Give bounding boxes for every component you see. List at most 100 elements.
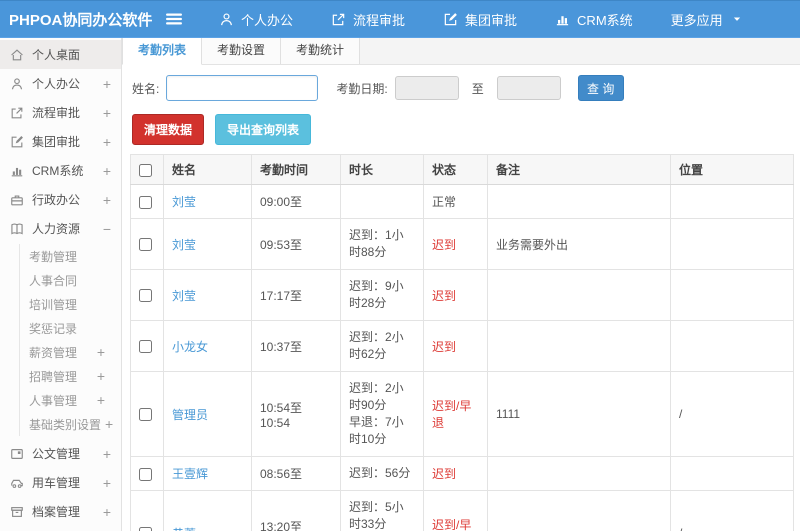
chart-icon — [555, 12, 570, 27]
duration-cell: 迟到：5小时33分 早退：4小时67分 — [340, 490, 424, 531]
name-cell: 刘莹 — [163, 184, 252, 219]
app-logo[interactable]: PHPOA协同办公软件 — [0, 9, 158, 30]
tab-attendance-settings[interactable]: 考勤设置 — [202, 38, 282, 64]
employee-name-link[interactable]: 刘莹 — [172, 195, 196, 209]
status-cell: 正常 — [423, 184, 488, 219]
action-bar: 清理数据 导出查询列表 — [132, 114, 794, 145]
sidebar-subitem-label: 人事合同 — [29, 273, 78, 288]
sidebar-item-admin-office[interactable]: 行政办公 + — [0, 185, 121, 214]
sidebar-item-workflow-approval[interactable]: 流程审批 + — [0, 98, 121, 127]
expand-icon[interactable]: + — [99, 135, 115, 149]
row-checkbox[interactable] — [139, 527, 152, 531]
sidebar-submenu: 考勤管理 人事合同 培训管理 奖惩记录 薪资管理 + 招聘管理 + 人事管理 + 基础类别设置 + — [19, 244, 121, 436]
duration-cell: 迟到：9小时28分 — [340, 269, 424, 321]
date-end-input[interactable] — [496, 76, 561, 100]
name-filter-input[interactable] — [166, 75, 319, 101]
export-list-button[interactable]: 导出查询列表 — [215, 114, 312, 145]
nav-personal-office[interactable]: 个人办公 — [200, 1, 312, 37]
nav-group-approval[interactable]: 集团审批 — [424, 1, 536, 37]
tab-attendance-list[interactable]: 考勤列表 — [122, 38, 203, 65]
sidebar-item-label: CRM系统 — [32, 164, 84, 178]
expand-icon[interactable]: + — [99, 505, 115, 519]
status-cell: 迟到/早退 — [423, 371, 488, 457]
note-cell: 业务需要外出 — [487, 218, 671, 270]
name-cell: 黄蓉 — [163, 490, 252, 532]
expand-icon[interactable]: + — [99, 476, 115, 490]
sidebar-subitem-basic-category-settings[interactable]: 基础类别设置 + — [20, 412, 121, 436]
row-checkbox[interactable] — [139, 289, 152, 303]
expand-icon[interactable]: + — [99, 193, 115, 207]
attendance-time-cell: 17:17至 — [251, 269, 341, 321]
duration-cell: 迟到：1小时88分 — [340, 218, 424, 270]
clean-data-button[interactable]: 清理数据 — [132, 114, 205, 145]
collapse-icon[interactable]: − — [99, 222, 115, 236]
share-icon — [331, 12, 346, 27]
row-check-cell — [130, 218, 164, 270]
sidebar-item-personal-office[interactable]: 个人办公 + — [0, 69, 121, 98]
sidebar-subitem-label: 薪资管理 — [29, 345, 78, 360]
employee-name-link[interactable]: 黄蓉 — [172, 527, 196, 532]
sidebar-subitem-salary-management[interactable]: 薪资管理 + — [20, 340, 121, 364]
briefcase-icon — [10, 193, 24, 207]
expand-icon[interactable]: + — [101, 417, 117, 431]
sidebar-subitem-attendance-management[interactable]: 考勤管理 — [20, 244, 121, 268]
edit-icon — [10, 135, 24, 149]
sidebar-item-human-resources[interactable]: 人力资源 − — [0, 214, 121, 243]
sidebar-item-project-management[interactable]: 项目管理+ — [0, 526, 121, 531]
sidebar-subitem-recruitment-management[interactable]: 招聘管理 + — [20, 364, 121, 388]
menu-toggle-icon[interactable] — [164, 8, 186, 30]
sidebar-item-personal-desktop[interactable]: 个人桌面 — [0, 40, 121, 69]
nav-more-apps[interactable]: 更多应用 — [652, 1, 761, 37]
sidebar-subitem-personnel-contract[interactable]: 人事合同 — [20, 268, 121, 292]
row-checkbox[interactable] — [139, 408, 152, 422]
sidebar-item-label: 人力资源 — [32, 222, 81, 236]
sidebar-item-vehicle-management[interactable]: 用车管理 + — [0, 468, 121, 497]
expand-icon[interactable]: + — [99, 106, 115, 120]
expand-icon[interactable]: + — [93, 393, 109, 407]
table-row: 黄蓉 13:20至13:20迟到：5小时33分 早退：4小时67分迟到/早退 / — [130, 490, 794, 532]
row-check-cell — [130, 320, 164, 372]
sidebar-subitem-label: 奖惩记录 — [29, 321, 78, 336]
nav-workflow-approval[interactable]: 流程审批 — [312, 1, 424, 37]
select-all-cell — [130, 154, 164, 185]
employee-name-link[interactable]: 管理员 — [172, 408, 208, 422]
nav-item-label: CRM系统 — [577, 12, 633, 28]
select-all-checkbox[interactable] — [139, 163, 152, 177]
archive-icon — [10, 505, 24, 519]
employee-name-link[interactable]: 小龙女 — [172, 340, 208, 354]
row-checkbox[interactable] — [139, 467, 152, 481]
sidebar-item-group-approval[interactable]: 集团审批 + — [0, 127, 121, 156]
nav-crm-system[interactable]: CRM系统 — [536, 1, 652, 37]
employee-name-link[interactable]: 刘莹 — [172, 238, 196, 252]
row-checkbox[interactable] — [139, 340, 152, 354]
expand-icon[interactable]: + — [93, 369, 109, 383]
sidebar-item-label: 个人办公 — [32, 77, 81, 91]
location-cell: / — [670, 490, 794, 531]
nav-item-label: 集团审批 — [465, 12, 518, 28]
row-checkbox[interactable] — [139, 195, 152, 209]
book-icon — [10, 222, 24, 236]
tab-attendance-statistics[interactable]: 考勤统计 — [281, 38, 361, 64]
sidebar-item-label: 行政办公 — [32, 193, 81, 207]
attendance-table: 姓名 考勤时间 时长 状态 备注 位置 刘莹 09:00至 正常 刘莹 09:53至 迟到：1小时8… — [130, 154, 794, 531]
row-check-cell — [130, 456, 164, 491]
sidebar-item-document-management[interactable]: 公文管理 + — [0, 439, 121, 468]
expand-icon[interactable]: + — [99, 164, 115, 178]
sidebar-item-crm-system[interactable]: CRM系统 + — [0, 156, 121, 185]
search-button[interactable]: 查 询 — [577, 75, 624, 101]
expand-icon[interactable]: + — [93, 345, 109, 359]
employee-name-link[interactable]: 刘莹 — [172, 289, 196, 303]
date-start-input[interactable] — [394, 76, 459, 100]
attendance-panel: 姓名: 考勤日期: 至 查 询 清理数据 导出查询列表 姓名 考勤时间 时长 状… — [122, 65, 800, 531]
sidebar-item-archive-management[interactable]: 档案管理 + — [0, 497, 121, 526]
sidebar-subitem-personnel-management[interactable]: 人事管理 + — [20, 388, 121, 412]
expand-icon[interactable]: + — [99, 77, 115, 91]
attendance-time-cell: 08:56至 — [251, 456, 341, 491]
row-checkbox[interactable] — [139, 238, 152, 252]
sidebar-subitem-reward-records[interactable]: 奖惩记录 — [20, 316, 121, 340]
column-header: 时长 — [340, 154, 424, 185]
expand-icon[interactable]: + — [99, 447, 115, 461]
employee-name-link[interactable]: 王壹辉 — [172, 467, 208, 481]
name-filter-label: 姓名: — [132, 81, 160, 96]
sidebar-subitem-training-management[interactable]: 培训管理 — [20, 292, 121, 316]
